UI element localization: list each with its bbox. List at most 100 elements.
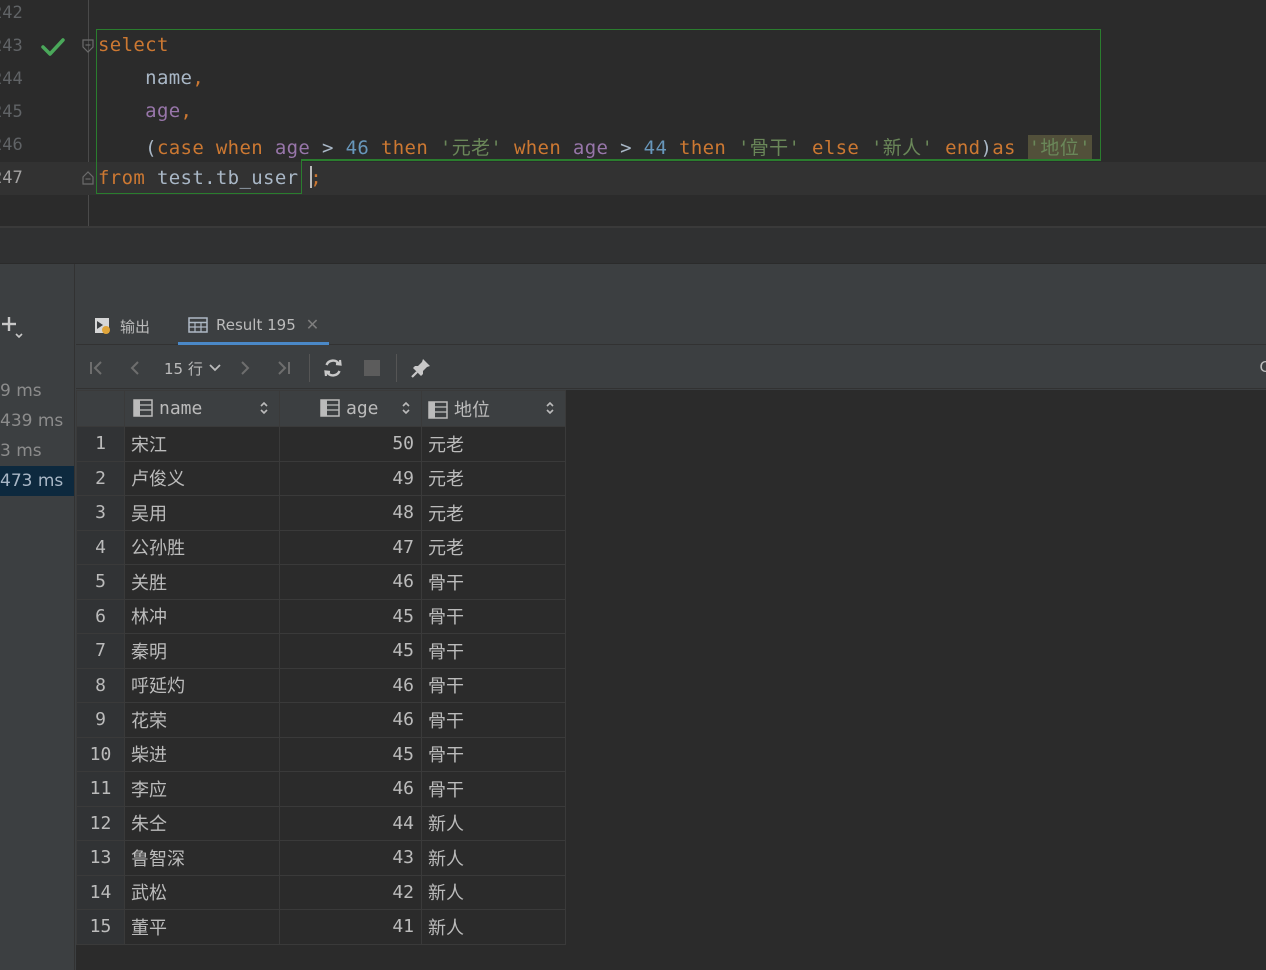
cell-name[interactable]: 董平 [124,909,280,945]
row-number[interactable]: 10 [76,736,125,772]
cell-position[interactable]: 元老 [421,495,566,531]
cell-position[interactable]: 骨干 [421,667,566,703]
row-number[interactable]: 5 [76,564,125,600]
cell-name[interactable]: 秦明 [124,633,280,669]
cell-name[interactable]: 宋江 [124,426,280,462]
cell-age[interactable]: 46 [279,771,422,807]
cell-position[interactable]: 元老 [421,529,566,565]
cell-name[interactable]: 武松 [124,874,280,910]
cell-age[interactable]: 46 [279,667,422,703]
panel-splitter[interactable] [0,228,1266,264]
check-icon[interactable] [41,37,65,57]
table-row[interactable]: 2 卢俊义 49 元老 [76,460,566,496]
cell-age[interactable]: 44 [279,805,422,841]
sort-icon[interactable] [259,400,269,416]
cell-age[interactable]: 43 [279,840,422,876]
cell-position[interactable]: 骨干 [421,598,566,634]
tab-output[interactable]: 输出 [94,307,150,345]
row-number[interactable]: 8 [76,667,125,703]
cell-age[interactable]: 41 [279,909,422,945]
cell-name[interactable]: 朱仝 [124,805,280,841]
sort-icon[interactable] [401,400,411,416]
refresh-button[interactable] [321,356,345,380]
corner-cell[interactable] [76,390,125,427]
table-row[interactable]: 10 柴进 45 骨干 [76,736,566,772]
cell-position[interactable]: 元老 [421,426,566,462]
table-row[interactable]: 3 吴用 48 元老 [76,495,566,531]
row-number[interactable]: 6 [76,598,125,634]
cell-position[interactable]: 骨干 [421,702,566,738]
row-number[interactable]: 12 [76,805,125,841]
table-row[interactable]: 8 呼延灼 46 骨干 [76,667,566,703]
cell-position[interactable]: 元老 [421,460,566,496]
page-size-select[interactable]: 15 行 [164,356,221,380]
last-page-button[interactable] [272,356,294,380]
row-number[interactable]: 15 [76,909,125,945]
column-header-age[interactable]: age [279,390,422,427]
row-number[interactable]: 14 [76,874,125,910]
prev-page-button[interactable] [124,356,146,380]
row-number[interactable]: 1 [76,426,125,462]
row-number[interactable]: 11 [76,771,125,807]
cell-age[interactable]: 46 [279,564,422,600]
cell-position[interactable]: 骨干 [421,633,566,669]
cell-name[interactable]: 卢俊义 [124,460,280,496]
cell-name[interactable]: 吴用 [124,495,280,531]
cell-position[interactable]: 新人 [421,874,566,910]
table-row[interactable]: 14 武松 42 新人 [76,874,566,910]
table-row[interactable]: 7 秦明 45 骨干 [76,633,566,669]
cell-age[interactable]: 50 [279,426,422,462]
cell-age[interactable]: 45 [279,736,422,772]
session-timing-selected[interactable]: 473 ms [0,466,74,496]
table-row[interactable]: 11 李应 46 骨干 [76,771,566,807]
cell-name[interactable]: 鲁智深 [124,840,280,876]
table-row[interactable]: 13 鲁智深 43 新人 [76,840,566,876]
row-number[interactable]: 4 [76,529,125,565]
cell-age[interactable]: 49 [279,460,422,496]
row-number[interactable]: 2 [76,460,125,496]
cell-name[interactable]: 林冲 [124,598,280,634]
cell-age[interactable]: 48 [279,495,422,531]
row-number[interactable]: 3 [76,495,125,531]
session-timing[interactable]: 9 ms [0,376,74,406]
tab-result-195[interactable]: Result 195 ✕ [178,307,330,345]
cell-name[interactable]: 呼延灼 [124,667,280,703]
table-row[interactable]: 6 林冲 45 骨干 [76,598,566,634]
table-row[interactable]: 9 花荣 46 骨干 [76,702,566,738]
cell-age[interactable]: 46 [279,702,422,738]
cell-position[interactable]: 骨干 [421,736,566,772]
column-header-position[interactable]: 地位 [421,390,566,427]
row-number[interactable]: 7 [76,633,125,669]
session-timing[interactable]: 439 ms [0,406,74,436]
sql-editor[interactable]: 242 243 select 244 name, 245 age, 246 (c… [0,0,1266,226]
row-number[interactable]: 13 [76,840,125,876]
table-row[interactable]: 5 关胜 46 骨干 [76,564,566,600]
first-page-button[interactable] [86,356,108,380]
code-line-242[interactable]: 242 [0,0,1266,30]
stop-button[interactable] [360,356,384,380]
column-header-name[interactable]: name [124,390,280,427]
fold-end-icon[interactable] [82,171,94,185]
cell-age[interactable]: 45 [279,598,422,634]
close-icon[interactable]: ✕ [306,315,319,334]
cell-age[interactable]: 42 [279,874,422,910]
row-number[interactable]: 9 [76,702,125,738]
cell-position[interactable]: 新人 [421,909,566,945]
sort-icon[interactable] [545,400,555,416]
table-row[interactable]: 12 朱仝 44 新人 [76,805,566,841]
table-row[interactable]: 1 宋江 50 元老 [76,426,566,462]
cell-name[interactable]: 公孙胜 [124,529,280,565]
next-page-button[interactable] [234,356,256,380]
cell-age[interactable]: 47 [279,529,422,565]
cell-name[interactable]: 柴进 [124,736,280,772]
cell-position[interactable]: 新人 [421,840,566,876]
cell-age[interactable]: 45 [279,633,422,669]
table-row[interactable]: 4 公孙胜 47 元老 [76,529,566,565]
cell-name[interactable]: 李应 [124,771,280,807]
cell-position[interactable]: 骨干 [421,564,566,600]
fold-start-icon[interactable] [82,39,94,53]
cell-position[interactable]: 新人 [421,805,566,841]
add-icon[interactable] [0,312,26,340]
table-row[interactable]: 15 董平 41 新人 [76,909,566,945]
cell-position[interactable]: 骨干 [421,771,566,807]
